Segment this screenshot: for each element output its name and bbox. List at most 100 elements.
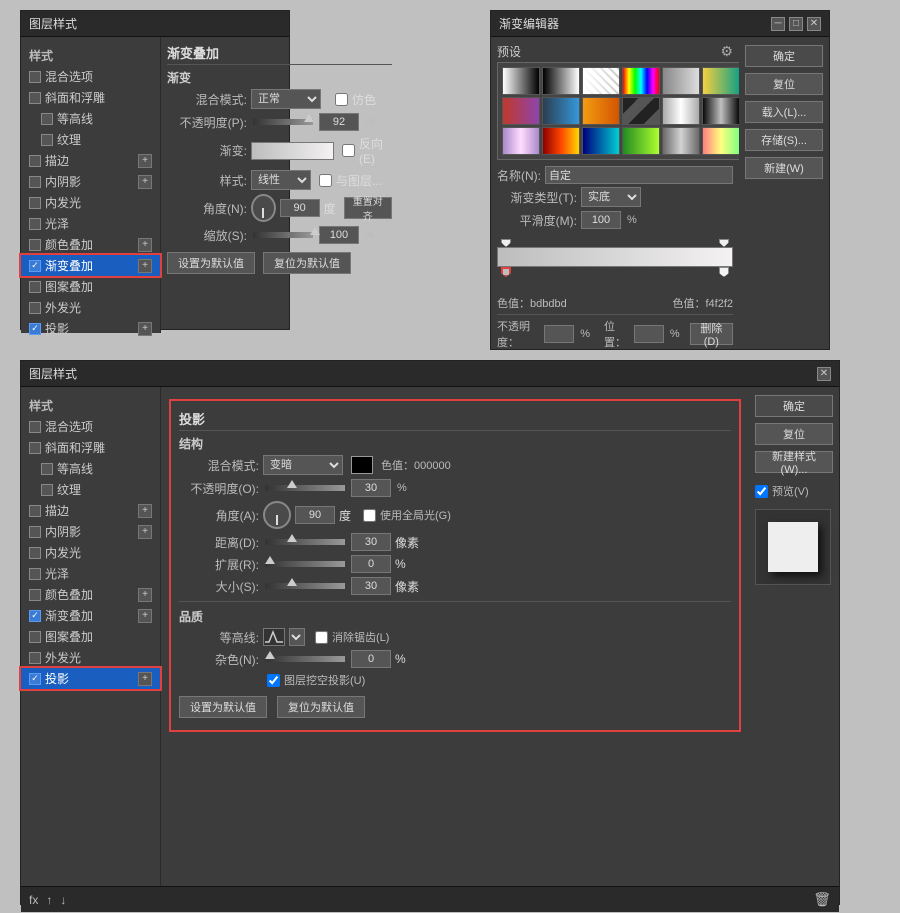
blend-mode-select[interactable]: 正常 [251, 89, 321, 109]
sidebar-item-bevel[interactable]: 斜面和浮雕 [21, 87, 160, 108]
cb-bottom-bevel[interactable] [29, 442, 41, 454]
shadow-noise-slider[interactable] [265, 656, 345, 662]
cb-bottom-drop-shadow[interactable] [29, 673, 41, 685]
shadow-set-default-btn[interactable]: 设置为默认值 [179, 696, 267, 718]
cb-color-overlay[interactable] [29, 239, 41, 251]
bottom-sidebar-inner-shadow[interactable]: 内阴影 + [21, 521, 160, 542]
sidebar-item-outer-glow[interactable]: 外发光 [21, 297, 160, 318]
preset-2[interactable] [582, 67, 620, 95]
color-stop-right[interactable] [719, 267, 729, 277]
cb-bottom-texture[interactable] [41, 484, 53, 496]
opacity-slider[interactable] [253, 119, 313, 125]
new-btn-gradient[interactable]: 新建(W) [745, 157, 823, 179]
sidebar-item-gradient-overlay[interactable]: 渐变叠加 + [21, 255, 160, 276]
bottom-sidebar-inner-glow[interactable]: 内发光 [21, 542, 160, 563]
bottom-sidebar-bevel[interactable]: 斜面和浮雕 [21, 437, 160, 458]
opacity-stop-input[interactable] [544, 325, 574, 343]
preset-5[interactable] [702, 67, 739, 95]
plus-color-overlay[interactable]: + [138, 238, 152, 252]
ok-btn-gradient[interactable]: 确定 [745, 45, 823, 67]
preset-1[interactable] [542, 67, 580, 95]
new-style-btn[interactable]: 新建样式(W)... [755, 451, 833, 473]
shadow-opacity-input[interactable] [351, 479, 391, 497]
plus-bottom-color-overlay[interactable]: + [138, 588, 152, 602]
reset-btn-bottom[interactable]: 复位 [755, 423, 833, 445]
angle-input[interactable] [280, 199, 320, 217]
bottom-sidebar-stroke[interactable]: 描边 + [21, 500, 160, 521]
move-down-icon[interactable]: ↓ [60, 893, 66, 907]
position-input1[interactable] [634, 325, 664, 343]
remove-jagged-cb[interactable] [315, 631, 328, 644]
reset-default-btn-top[interactable]: 复位为默认值 [263, 252, 351, 274]
cb-inner-glow[interactable] [29, 197, 41, 209]
minimize-btn[interactable]: ─ [771, 17, 785, 31]
close-btn[interactable]: ✕ [807, 17, 821, 31]
sidebar-item-satin[interactable]: 光泽 [21, 213, 160, 234]
cb-bottom-inner-shadow[interactable] [29, 526, 41, 538]
load-btn-gradient[interactable]: 载入(L)... [745, 101, 823, 123]
cb-bottom-satin[interactable] [29, 568, 41, 580]
plus-stroke[interactable]: + [138, 154, 152, 168]
simulated-cb[interactable] [335, 93, 348, 106]
plus-bottom-inner-shadow[interactable]: + [138, 525, 152, 539]
preset-16[interactable] [662, 127, 700, 155]
bottom-sidebar-texture[interactable]: 纹理 [21, 479, 160, 500]
shadow-spread-slider[interactable] [265, 561, 345, 567]
preview-cb[interactable] [755, 485, 768, 498]
preset-12[interactable] [502, 127, 540, 155]
cb-bottom-outer-glow[interactable] [29, 652, 41, 664]
plus-drop-shadow-top[interactable]: + [138, 322, 152, 336]
cb-texture[interactable] [41, 134, 53, 146]
color-stop-left[interactable] [501, 267, 511, 277]
cb-satin[interactable] [29, 218, 41, 230]
with-layer-cb[interactable] [319, 174, 332, 187]
cb-bottom-pattern-overlay[interactable] [29, 631, 41, 643]
maximize-btn[interactable]: □ [789, 17, 803, 31]
sidebar-item-inner-shadow[interactable]: 内阴影 + [21, 171, 160, 192]
preset-15[interactable] [622, 127, 660, 155]
sidebar-item-drop-shadow-top[interactable]: 投影 + [21, 318, 160, 339]
bottom-sidebar-drop-shadow[interactable]: 投影 + [21, 668, 160, 689]
opacity-stop-left[interactable] [501, 239, 511, 247]
reverse-cb[interactable] [342, 144, 355, 157]
preset-3[interactable] [622, 67, 660, 95]
sidebar-item-inner-glow[interactable]: 内发光 [21, 192, 160, 213]
gear-icon[interactable]: ⚙ [720, 43, 733, 60]
reset-align-btn[interactable]: 重置对齐 [344, 197, 392, 219]
shadow-spread-input[interactable] [351, 555, 391, 573]
sidebar-item-stroke[interactable]: 描边 + [21, 150, 160, 171]
sidebar-item-contour[interactable]: 等高线 [21, 108, 160, 129]
plus-bottom-stroke[interactable]: + [138, 504, 152, 518]
sidebar-item-pattern-overlay[interactable]: 图案叠加 [21, 276, 160, 297]
plus-inner-shadow[interactable]: + [138, 175, 152, 189]
cb-outer-glow[interactable] [29, 302, 41, 314]
cb-bottom-contour[interactable] [41, 463, 53, 475]
gradient-type-select[interactable]: 实底 [581, 187, 641, 207]
shadow-angle-dial[interactable] [263, 501, 291, 529]
cb-bottom-gradient-overlay[interactable] [29, 610, 41, 622]
opacity-input[interactable] [319, 113, 359, 131]
preset-17[interactable] [702, 127, 739, 155]
knockout-cb[interactable] [267, 674, 280, 687]
style-select[interactable]: 线性 [251, 170, 311, 190]
bottom-sidebar-outer-glow[interactable]: 外发光 [21, 647, 160, 668]
preset-0[interactable] [502, 67, 540, 95]
preset-9[interactable] [622, 97, 660, 125]
bottom-sidebar-blend[interactable]: 混合选项 [21, 416, 160, 437]
save-btn-gradient[interactable]: 存储(S)... [745, 129, 823, 151]
preset-14[interactable] [582, 127, 620, 155]
cb-pattern-overlay[interactable] [29, 281, 41, 293]
preset-4[interactable] [662, 67, 700, 95]
shadow-blend-select[interactable]: 变暗 [263, 455, 343, 475]
smoothness-input[interactable] [581, 211, 621, 229]
scale-slider[interactable] [253, 232, 313, 238]
angle-dial[interactable] [251, 194, 276, 222]
shadow-color-swatch[interactable] [351, 456, 373, 474]
bottom-sidebar-pattern-overlay[interactable]: 图案叠加 [21, 626, 160, 647]
shadow-noise-input[interactable] [351, 650, 391, 668]
cb-drop-shadow-top[interactable] [29, 323, 41, 335]
shadow-distance-input[interactable] [351, 533, 391, 551]
ok-btn-bottom[interactable]: 确定 [755, 395, 833, 417]
contour-thumbnail[interactable] [263, 628, 285, 646]
shadow-angle-input[interactable] [295, 506, 335, 524]
